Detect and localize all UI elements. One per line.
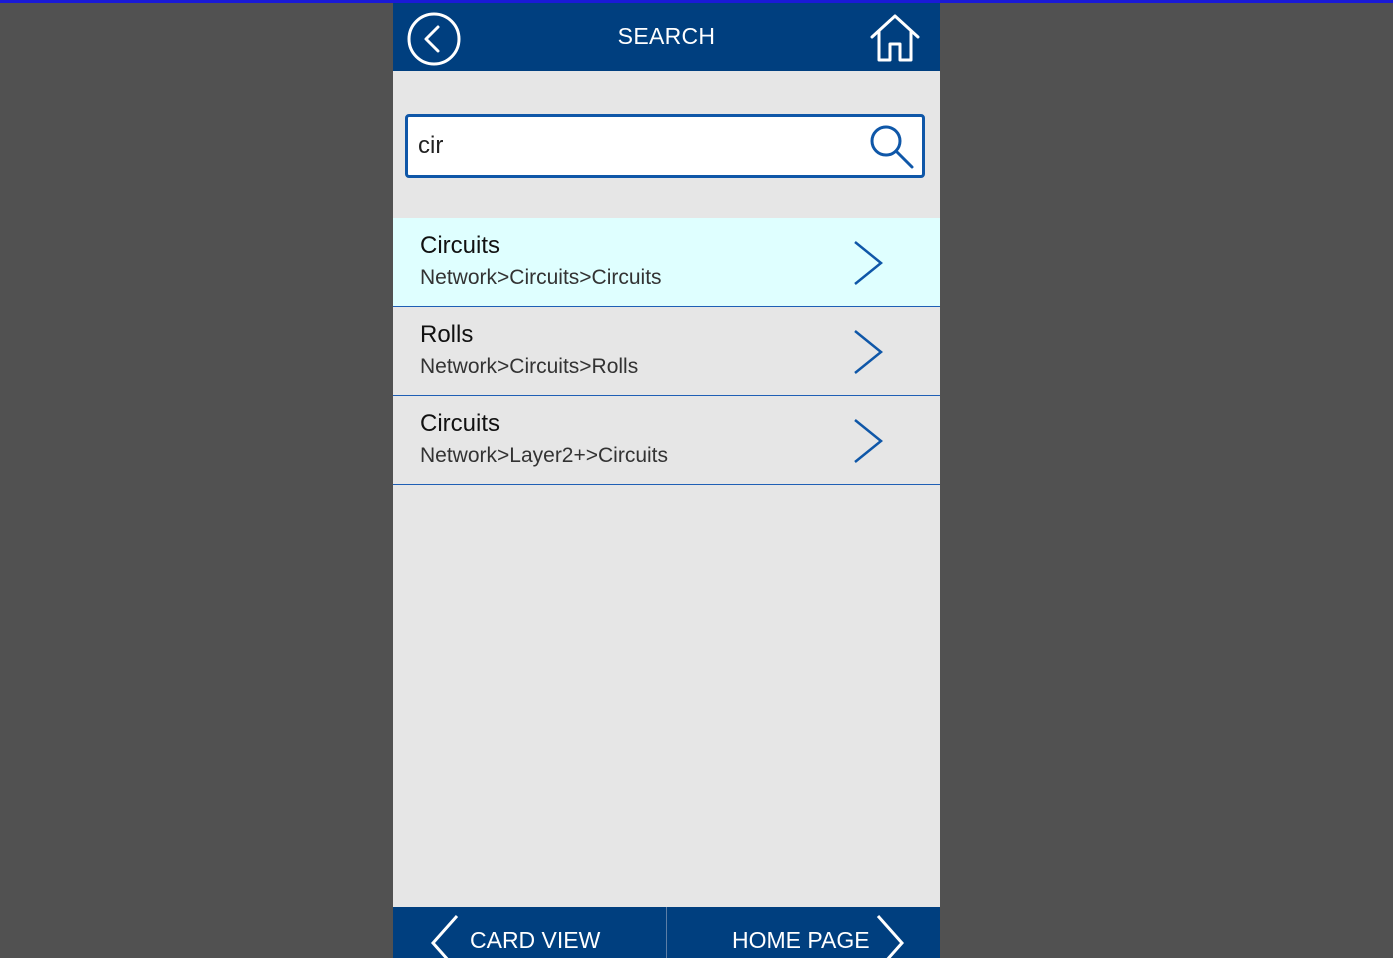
chevron-right-icon (854, 330, 883, 374)
result-title: Rolls (420, 321, 474, 348)
card-view-label: CARD VIEW (470, 927, 601, 953)
home-page-button[interactable]: HOME PAGE (667, 907, 940, 958)
search-input[interactable] (418, 117, 858, 175)
home-button[interactable] (869, 13, 921, 63)
result-path: Network>Circuits>Rolls (420, 355, 639, 378)
search-result-item[interactable]: Circuits Network>Layer2+>Circuits (393, 396, 940, 485)
card-view-button[interactable]: CARD VIEW (393, 907, 666, 958)
search-results-list: Circuits Network>Circuits>Circuits Rolls… (393, 218, 940, 485)
home-page-label: HOME PAGE (732, 927, 870, 953)
footer-nav-bar: CARD VIEW HOME PAGE (393, 907, 940, 958)
chevron-right-icon (854, 241, 883, 285)
page-title: SEARCH (617, 23, 716, 49)
search-box (405, 114, 925, 178)
search-screen: SEARCH Circuits Network>Circuits>Circuit… (393, 3, 940, 958)
search-result-item[interactable]: Circuits Network>Circuits>Circuits (393, 218, 940, 307)
chevron-right-icon (854, 419, 883, 463)
result-path: Network>Circuits>Circuits (420, 266, 662, 289)
search-icon (870, 125, 914, 169)
home-icon (870, 14, 920, 62)
result-title: Circuits (420, 232, 501, 259)
chevron-right-icon (876, 915, 905, 958)
search-result-item[interactable]: Rolls Network>Circuits>Rolls (393, 307, 940, 396)
chevron-left-icon (430, 915, 459, 958)
search-button[interactable] (868, 123, 916, 171)
result-title: Circuits (420, 410, 501, 437)
header-bar: SEARCH (393, 3, 940, 71)
result-path: Network>Layer2+>Circuits (420, 444, 669, 467)
